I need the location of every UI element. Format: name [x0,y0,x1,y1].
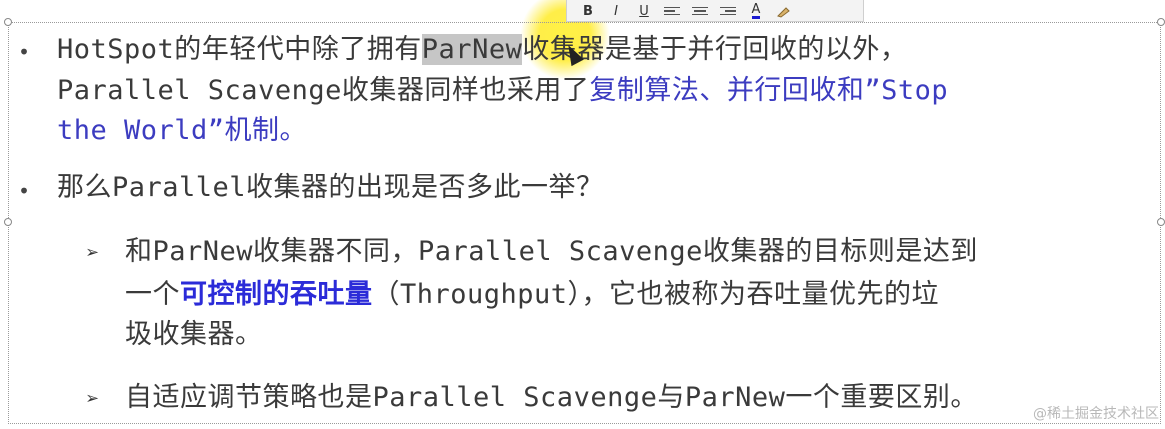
font-color-button[interactable]: A [747,3,765,19]
text-run: HotSpot的年轻代中除了拥有 [57,34,422,65]
format-painter-icon[interactable] [775,4,793,18]
paragraph-1-line-1[interactable]: HotSpot的年轻代中除了拥有ParNew收集器是基于并行回收的以外， [57,30,907,70]
watermark: @稀土掘金技术社区 [1033,406,1159,422]
sub-paragraph-1-line-1[interactable]: 和ParNew收集器不同，Parallel Scavenge收集器的目标则是达到 [125,232,978,272]
selected-text: ParNew [421,34,523,65]
text-run: （Throughput），它也被称为吞吐量优先的垃 [372,279,940,310]
align-right-icon[interactable] [719,4,737,18]
emphasis-text: 可控制的吞吐量 [180,279,373,310]
paragraph-1-line-3[interactable]: the World”机制。 [57,111,307,151]
arrow-bullet-icon: ➢ [86,241,100,266]
align-center-icon[interactable] [691,4,709,18]
paragraph-2[interactable]: 那么Parallel收集器的出现是否多此一举？ [57,168,604,208]
arrow-bullet-icon: ➢ [86,387,100,412]
bullet-marker: • [18,179,31,203]
resize-handle-top-left[interactable] [4,18,12,26]
format-toolbar: B I U A [566,0,864,22]
align-left-icon[interactable] [663,4,681,18]
sub-paragraph-1-line-2[interactable]: 一个可控制的吞吐量（Throughput），它也被称为吞吐量优先的垃 [125,275,939,315]
paragraph-1-line-2[interactable]: Parallel Scavenge收集器同样也采用了复制算法、并行回收和”Sto… [57,71,948,111]
italic-button[interactable]: I [607,4,625,19]
sub-paragraph-1-line-3[interactable]: 圾收集器。 [125,315,263,355]
text-run: 一个 [125,279,180,310]
text-run: Parallel Scavenge收集器同样也采用了 [57,75,590,106]
resize-handle-right[interactable] [1157,218,1165,226]
sub-paragraph-2[interactable]: 自适应调节策略也是Parallel Scavenge与ParNew一个重要区别。 [125,378,978,418]
highlighted-text: 复制算法、并行回收和”Stop [589,75,949,106]
bullet-marker: • [18,40,31,64]
bold-button[interactable]: B [579,4,597,19]
resize-handle-top-right[interactable] [1157,18,1165,26]
resize-handle-left[interactable] [4,218,12,226]
underline-button[interactable]: U [635,4,653,19]
